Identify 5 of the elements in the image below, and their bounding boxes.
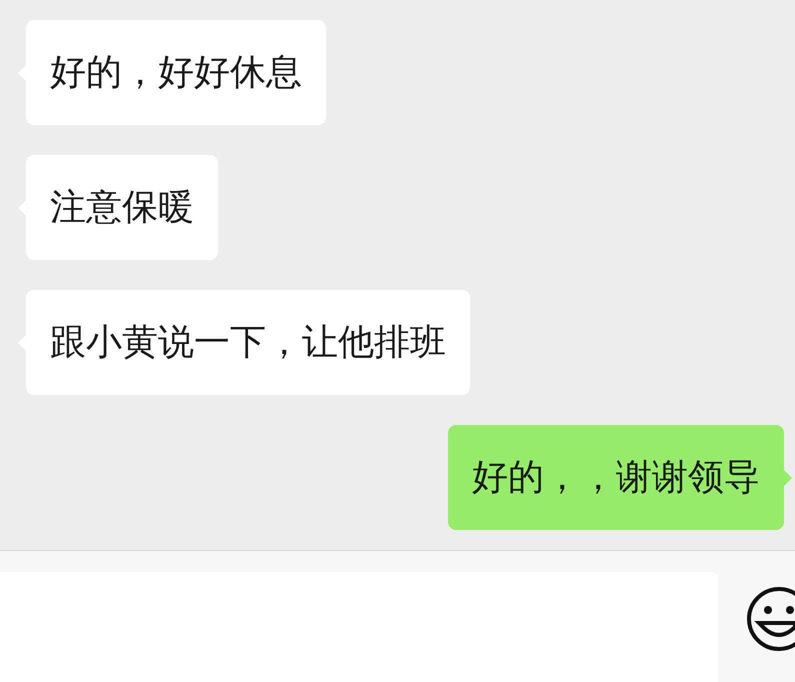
message-bubble: 注意保暖 <box>26 155 218 260</box>
smiley-icon[interactable] <box>745 587 795 651</box>
message-bubble: 跟小黄说一下，让他排班 <box>26 290 470 395</box>
message-bubble: 好的，，谢谢领导 <box>448 425 784 530</box>
message-bubble: 好的，好好休息 <box>26 20 326 125</box>
